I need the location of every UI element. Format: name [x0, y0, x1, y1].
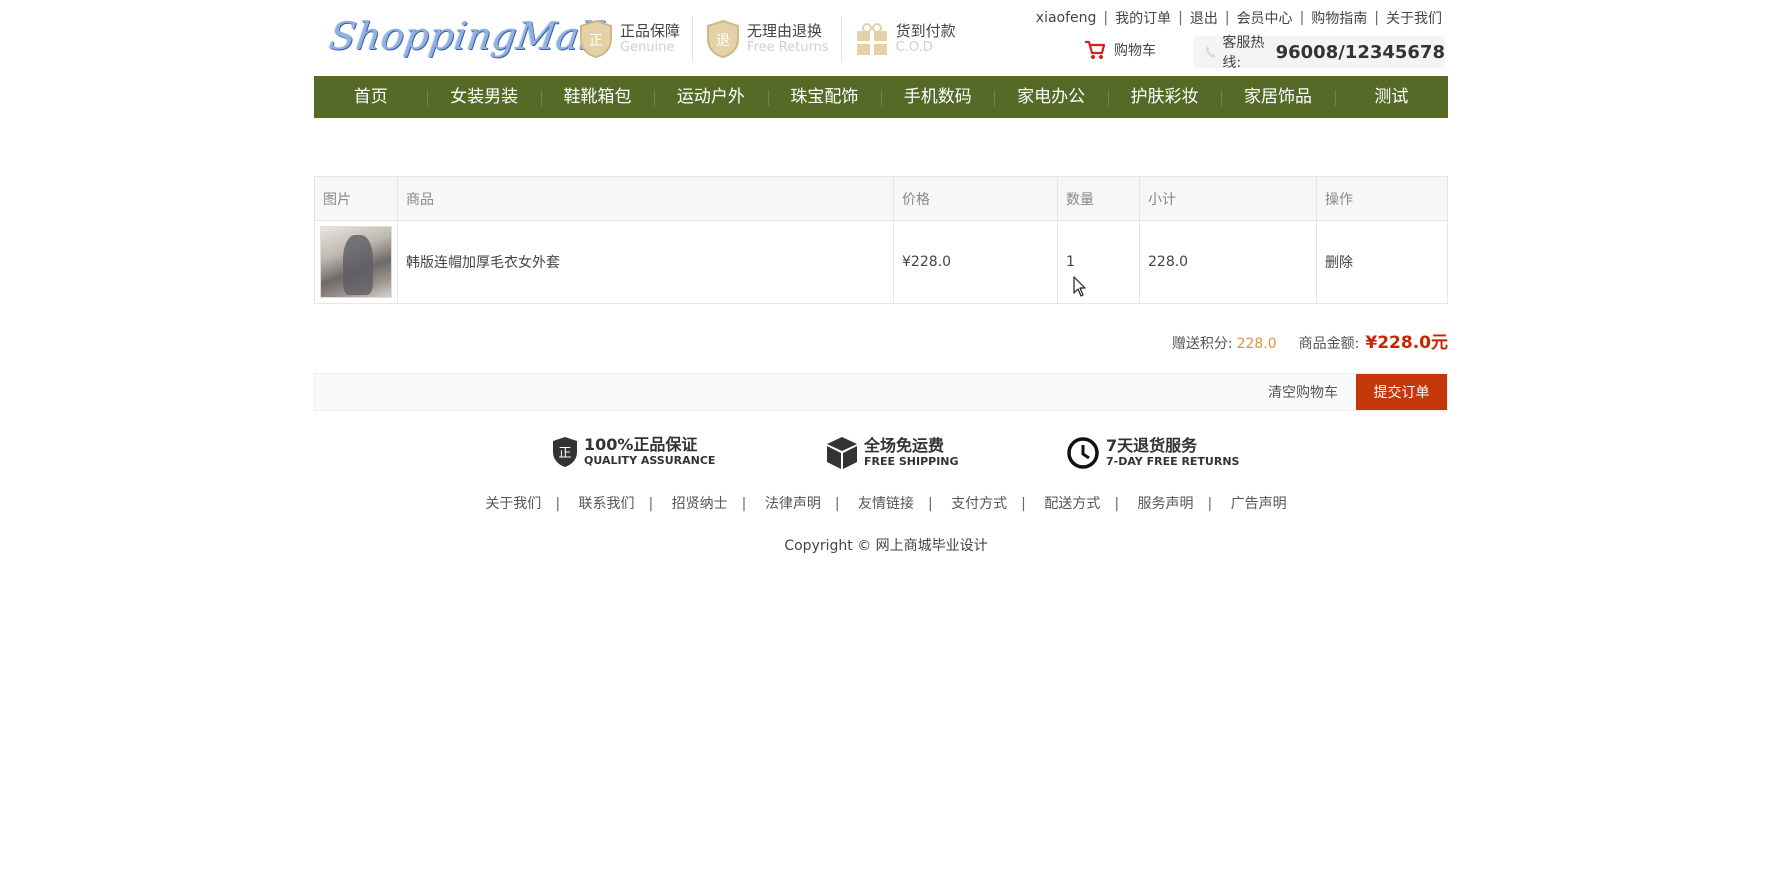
service-badges: 正 正品保障 Genuine 退 无理由退换 Free Returns 货到付款…: [566, 16, 968, 62]
guarantee-quality: 正 100%正品保证 QUALITY ASSURANCE: [552, 436, 715, 468]
cart-icon: [1085, 40, 1106, 59]
guarantee-subtitle: FREE SHIPPING: [864, 455, 959, 468]
badge-subtitle: Free Returns: [747, 40, 829, 55]
guarantee-returns: 7天退货服务 7-DAY FREE RETURNS: [1066, 436, 1239, 470]
svg-text:正: 正: [589, 33, 603, 49]
footer-guarantees: 正 100%正品保证 QUALITY ASSURANCE 全场免运费 FREE …: [0, 436, 1772, 476]
column-header-price: 价格: [894, 177, 1058, 220]
product-name[interactable]: 韩版连帽加厚毛衣女外套: [398, 221, 894, 303]
gift-box-icon: [856, 23, 887, 55]
badge-title: 货到付款: [895, 22, 956, 40]
footer-link-service[interactable]: 服务声明: [1138, 496, 1194, 512]
column-header-product: 商品: [398, 177, 894, 220]
nav-item-clothing[interactable]: 女装男装: [427, 76, 540, 118]
nav-item-jewelry[interactable]: 珠宝配饰: [767, 76, 881, 118]
nav-item-home-decor[interactable]: 家居饰品: [1221, 76, 1334, 118]
footer-link-friends[interactable]: 友情链接: [858, 496, 914, 512]
guarantee-subtitle: 7-DAY FREE RETURNS: [1106, 455, 1240, 468]
column-header-action: 操作: [1325, 191, 1353, 208]
clear-cart-button[interactable]: 清空购物车: [1268, 382, 1338, 402]
about-us-link[interactable]: 关于我们: [1386, 8, 1442, 28]
copyright-text: Copyright © 网上商城毕业设计: [784, 538, 988, 554]
cart-table-header: 图片 商品 价格 数量 小计 操作: [315, 177, 1447, 221]
footer-link-careers[interactable]: 招贤纳士: [672, 496, 728, 512]
guarantee-shipping: 全场免运费 FREE SHIPPING: [826, 436, 959, 470]
points-value: 228.0: [1236, 336, 1277, 352]
delete-button[interactable]: 删除: [1317, 221, 1447, 303]
product-price: ¥228.0: [894, 221, 1058, 303]
badge-subtitle: Genuine: [620, 40, 675, 55]
username-link[interactable]: xiaofeng: [1036, 10, 1097, 26]
guarantee-title: 7天退货服务: [1106, 436, 1198, 455]
nav-item-appliances[interactable]: 家电办公: [994, 76, 1107, 118]
column-header-image: 图片: [315, 177, 398, 220]
site-logo[interactable]: ShoppingMall: [327, 14, 608, 72]
hotline-number: 96008/12345678: [1275, 41, 1445, 63]
column-header-quantity: 数量: [1058, 177, 1140, 220]
product-thumbnail[interactable]: [320, 226, 392, 298]
cart-label: 购物车: [1114, 43, 1156, 59]
product-subtotal: 228.0: [1140, 221, 1317, 303]
mouse-cursor-icon: [1073, 276, 1086, 297]
amount-label: 商品金额:: [1298, 336, 1360, 352]
nav-item-test[interactable]: 测试: [1334, 76, 1448, 118]
badge-returns: 退 无理由退换 Free Returns: [693, 16, 842, 62]
footer-link-ads[interactable]: 广告声明: [1231, 496, 1287, 512]
submit-order-button[interactable]: 提交订单: [1356, 374, 1447, 410]
my-orders-link[interactable]: 我的订单: [1115, 8, 1171, 28]
badge-genuine: 正 正品保障 Genuine: [566, 16, 694, 62]
badge-cod: 货到付款 C.O.D: [842, 16, 968, 62]
badge-title: 无理由退换: [747, 22, 823, 40]
logout-link[interactable]: 退出: [1190, 8, 1218, 28]
shield-icon: 正: [553, 437, 577, 467]
nav-item-shoes-bags[interactable]: 鞋靴箱包: [540, 76, 654, 118]
nav-item-digital[interactable]: 手机数码: [881, 76, 994, 118]
table-row: 韩版连帽加厚毛衣女外套 ¥228.0 1 228.0 删除: [315, 221, 1447, 303]
main-nav: 首页 女装男装 鞋靴箱包 运动户外 珠宝配饰 手机数码 家电办公 护肤彩妆 家居…: [314, 76, 1448, 118]
svg-text:正: 正: [558, 446, 571, 461]
nav-item-sports[interactable]: 运动户外: [654, 76, 767, 118]
guarantee-title: 全场免运费: [864, 436, 945, 455]
column-header-subtotal: 小计: [1140, 177, 1317, 220]
member-center-link[interactable]: 会员中心: [1237, 8, 1293, 28]
guarantee-title: 100%正品保证: [584, 435, 698, 454]
returns-shield-icon: 退: [707, 19, 740, 59]
clock-icon: [1067, 437, 1099, 469]
badge-subtitle: C.O.D: [895, 40, 933, 55]
user-links: xiaofeng | 我的订单 | 退出 | 会员中心 | 购物指南 | 关于我们: [1035, 8, 1442, 28]
badge-title: 正品保障: [620, 22, 681, 40]
product-quantity: 1: [1058, 221, 1140, 303]
guarantee-subtitle: QUALITY ASSURANCE: [584, 454, 716, 467]
footer-link-delivery[interactable]: 配送方式: [1044, 496, 1100, 512]
shopping-guide-link[interactable]: 购物指南: [1311, 8, 1367, 28]
svg-text:退: 退: [716, 33, 730, 49]
cart-table: 图片 商品 价格 数量 小计 操作 韩版连帽加厚毛衣女外套 ¥228.0 1 2…: [314, 176, 1448, 304]
customer-hotline: 客服热线: 96008/12345678: [1193, 35, 1445, 71]
phone-icon: [1206, 46, 1216, 58]
points-label: 赠送积分:: [1171, 336, 1233, 352]
box-icon: [827, 437, 857, 469]
footer-link-contact[interactable]: 联系我们: [578, 496, 634, 512]
footer-link-payment[interactable]: 支付方式: [951, 496, 1007, 512]
cart-action-bar: 清空购物车 提交订单: [314, 373, 1448, 411]
genuine-shield-icon: 正: [580, 19, 612, 59]
nav-item-cosmetics[interactable]: 护肤彩妆: [1107, 76, 1221, 118]
nav-item-home[interactable]: 首页: [314, 76, 427, 118]
hotline-label: 客服热线:: [1222, 35, 1265, 71]
footer-link-legal[interactable]: 法律声明: [765, 496, 821, 512]
amount-value: ¥228.0元: [1365, 333, 1448, 353]
cart-link[interactable]: 购物车: [1084, 40, 1156, 60]
footer-link-about[interactable]: 关于我们: [485, 496, 541, 512]
order-totals: 赠送积分: 228.0 商品金额: ¥228.0元: [1172, 328, 1448, 353]
footer-links: 关于我们 | 联系我们 | 招贤纳士 | 法律声明 | 友情链接 | 支付方式 | 配送方式…: [485, 496, 1287, 512]
